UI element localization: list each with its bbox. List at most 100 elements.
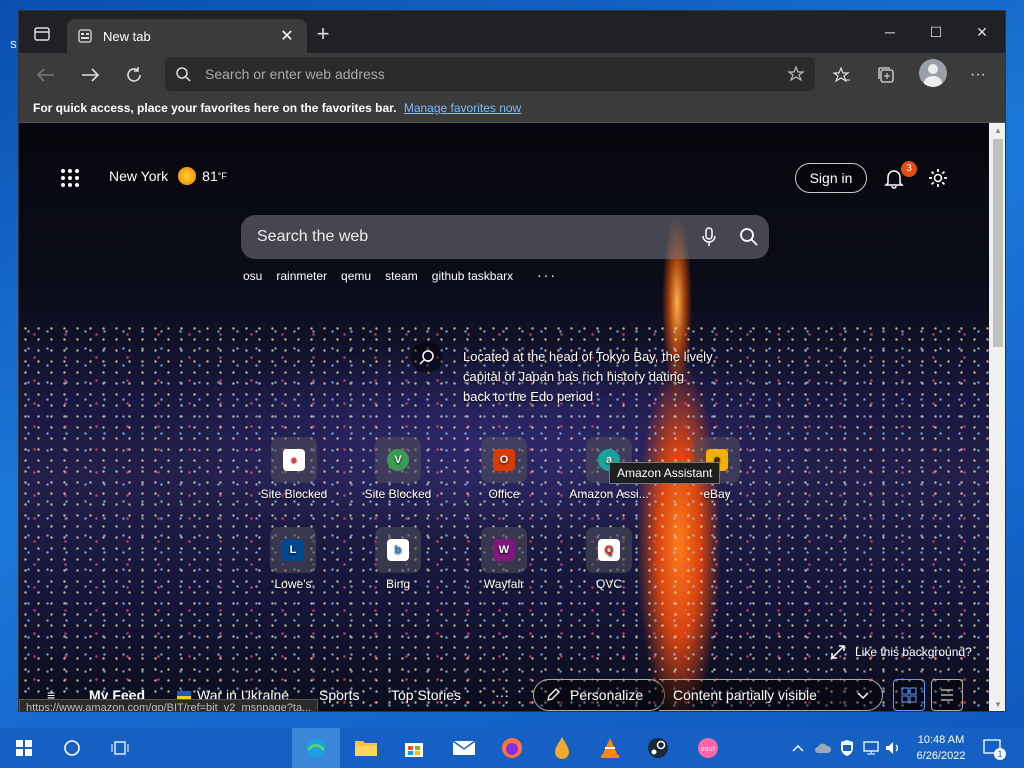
chevron-down-icon: [857, 692, 869, 700]
web-search-box[interactable]: Search the web: [241, 215, 769, 259]
maximize-button[interactable]: ☐: [913, 11, 959, 53]
edge-taskbar-button[interactable]: [292, 728, 340, 768]
refresh-icon: [127, 67, 141, 82]
address-placeholder: Search or enter web address: [205, 66, 385, 82]
circle-search-icon: [64, 740, 80, 756]
start-button[interactable]: [0, 728, 48, 768]
browser-window: New tab ✕ + ─ ☐ ✕ Search or enter web ad…: [18, 10, 1006, 712]
web-search-icon[interactable]: [729, 217, 769, 257]
forward-button[interactable]: [75, 61, 105, 89]
droplet-icon: [555, 737, 569, 759]
task-view-button[interactable]: [96, 728, 144, 768]
trending-item[interactable]: steam: [385, 269, 418, 283]
scroll-down-icon[interactable]: ▼: [993, 700, 1003, 710]
tab-top-stories[interactable]: Top Stories: [391, 687, 461, 703]
quick-link-tile[interactable]: b Bing: [348, 527, 448, 591]
content-visibility-dropdown[interactable]: Content partially visible: [659, 679, 883, 711]
refresh-button[interactable]: [119, 61, 149, 89]
trending-item[interactable]: qemu: [341, 269, 371, 283]
tile-label: Lowe's: [274, 577, 312, 591]
trending-item[interactable]: osu: [243, 269, 262, 283]
tile-tooltip: Amazon Assistant: [609, 462, 721, 484]
onedrive-tray[interactable]: [812, 728, 834, 768]
mail-button[interactable]: [440, 728, 488, 768]
personalize-button[interactable]: Personalize: [533, 679, 665, 711]
action-center-button[interactable]: 1: [980, 728, 1006, 768]
quick-link-tile[interactable]: Q QVC: [559, 527, 659, 591]
minimize-button[interactable]: ─: [867, 11, 913, 53]
show-hidden-icons[interactable]: [788, 728, 808, 768]
collections-button[interactable]: [871, 61, 901, 89]
address-bar[interactable]: Search or enter web address: [165, 57, 815, 91]
back-button[interactable]: [31, 61, 61, 89]
qvc-icon: Q: [598, 539, 620, 561]
scroll-up-icon[interactable]: ▲: [993, 126, 1003, 136]
tile-label: QVC: [595, 577, 622, 591]
personalize-label: Personalize: [570, 687, 644, 703]
collections-icon: [878, 67, 894, 83]
svg-text:osu!: osu!: [700, 745, 715, 753]
manage-favorites-link[interactable]: Manage favorites now: [404, 101, 521, 115]
like-background-button[interactable]: Like this background?: [831, 645, 972, 659]
feed-more-button[interactable]: ···: [495, 687, 509, 703]
osu-button[interactable]: osu!: [684, 728, 732, 768]
profile-avatar[interactable]: [919, 59, 947, 87]
volume-tray[interactable]: [882, 728, 904, 768]
image-description: Located at the head of Tokyo Bay, the li…: [463, 349, 713, 404]
like-bg-label: Like this background?: [855, 645, 972, 659]
add-favorite-icon[interactable]: [787, 65, 805, 83]
sign-in-button[interactable]: Sign in: [795, 163, 867, 193]
scrollbar-thumb[interactable]: [993, 139, 1003, 347]
steam-icon: [648, 738, 668, 758]
drop-app-button[interactable]: [538, 728, 586, 768]
quick-link-tile[interactable]: V Site Blocked: [348, 437, 448, 501]
trending-item[interactable]: github taskbarx: [432, 269, 513, 283]
settings-more-button[interactable]: ···: [963, 61, 993, 89]
image-info-button[interactable]: [411, 341, 443, 373]
toolbar: Search or enter web address ···: [19, 53, 1005, 97]
apps-launcher-icon[interactable]: [61, 169, 79, 187]
weather-widget[interactable]: New York 81 °F: [109, 167, 227, 185]
favorites-button[interactable]: [827, 61, 857, 89]
list-icon: [941, 689, 953, 701]
cloud-icon: [815, 743, 832, 753]
shield-icon: [841, 740, 853, 756]
list-layout-button[interactable]: [931, 679, 963, 711]
tab-actions-icon: [34, 27, 50, 41]
tile-label: Bing: [385, 577, 411, 591]
tab-actions-button[interactable]: [29, 23, 55, 45]
notification-badge: 3: [901, 161, 917, 177]
desktop-edge-text: S: [10, 40, 17, 51]
notification-count-badge: 1: [994, 748, 1006, 760]
microphone-icon[interactable]: [689, 217, 729, 257]
search-taskbar-button[interactable]: [48, 728, 96, 768]
close-tab-icon[interactable]: ✕: [277, 26, 297, 46]
taskbar-clock[interactable]: 10:48 AM 6/26/2022: [906, 732, 976, 764]
vlc-button[interactable]: [586, 728, 634, 768]
folder-icon: [355, 741, 377, 756]
store-button[interactable]: [390, 728, 438, 768]
new-tab-button[interactable]: +: [313, 23, 333, 45]
clock-date: 6/26/2022: [916, 750, 966, 762]
trending-more-button[interactable]: ···: [537, 267, 557, 283]
quick-link-tile[interactable]: ● Site Blocked: [244, 437, 344, 501]
steam-button[interactable]: [634, 728, 682, 768]
edge-icon: [306, 738, 326, 758]
new-tab-page: New York 81 °F Sign in 3 Search the web …: [19, 123, 989, 711]
trending-item[interactable]: rainmeter: [276, 269, 327, 283]
grid-layout-button[interactable]: [893, 679, 925, 711]
file-explorer-button[interactable]: [342, 728, 390, 768]
tab-sports[interactable]: Sports: [319, 687, 359, 703]
vertical-scrollbar[interactable]: ▲ ▼: [989, 123, 1005, 711]
page-settings-button[interactable]: [927, 167, 949, 189]
quick-link-tile[interactable]: L Lowe's: [243, 527, 343, 591]
tab-new-tab[interactable]: New tab ✕: [67, 19, 307, 53]
security-tray[interactable]: [836, 728, 858, 768]
pencil-icon: [547, 688, 560, 701]
weather-unit: °F: [217, 171, 227, 181]
quick-link-tile[interactable]: W Wayfair: [454, 527, 554, 591]
quick-link-tile[interactable]: O Office: [454, 437, 554, 501]
close-window-button[interactable]: ✕: [959, 11, 1005, 53]
firefox-button[interactable]: [488, 728, 536, 768]
network-tray[interactable]: [860, 728, 882, 768]
